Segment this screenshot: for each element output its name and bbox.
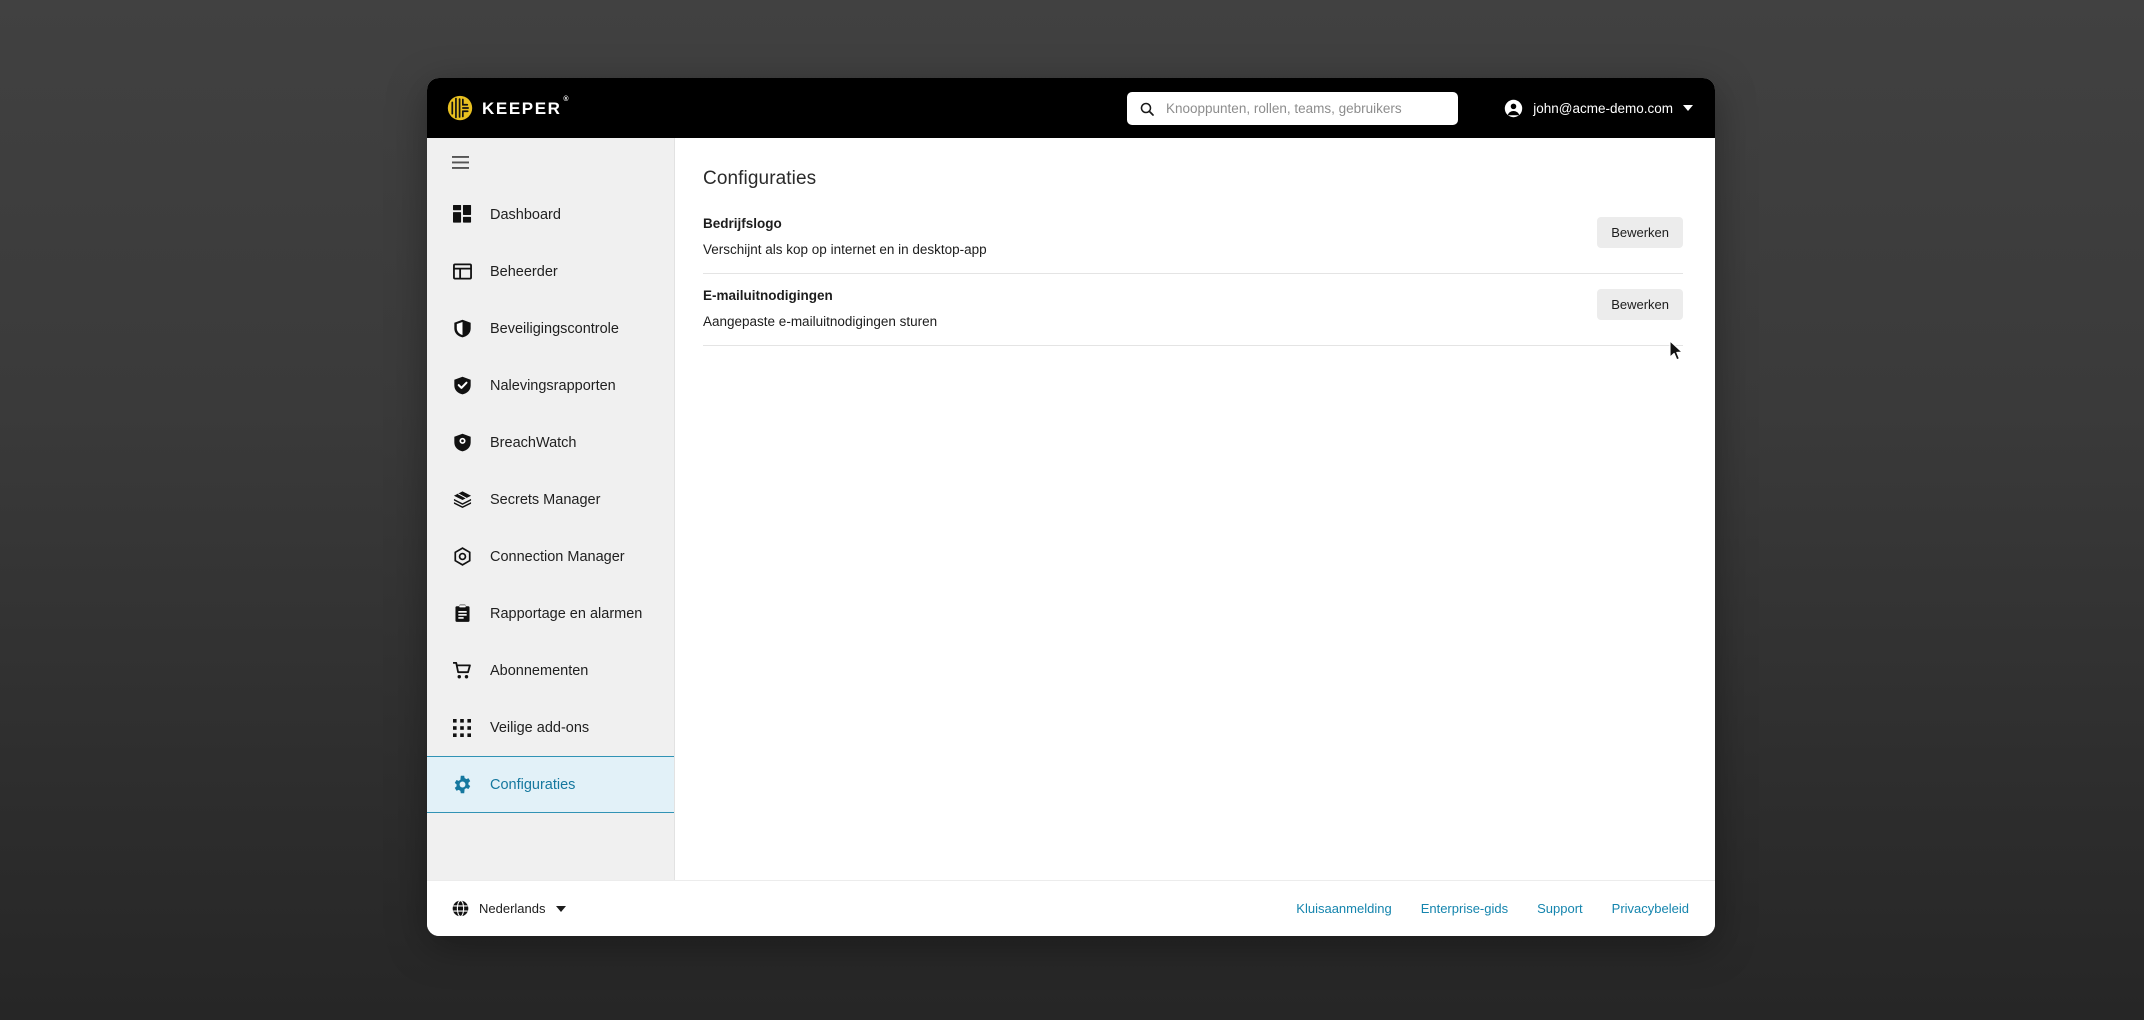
apps-grid-icon — [452, 718, 472, 738]
global-search[interactable] — [1127, 92, 1458, 125]
sidebar-item-dashboard[interactable]: Dashboard — [427, 186, 674, 243]
sidebar-nav-list: Dashboard Beheerder Beveiligingscontrole… — [427, 186, 674, 880]
language-label: Nederlands — [479, 901, 546, 916]
admin-panel-icon — [452, 262, 472, 282]
sidebar-item-configuraties[interactable]: Configuraties — [427, 756, 674, 813]
sidebar-item-label: Configuraties — [490, 776, 576, 793]
setting-text: E-mailuitnodigingen Aangepaste e-mailuit… — [703, 288, 937, 329]
sidebar: Dashboard Beheerder Beveiligingscontrole… — [427, 138, 675, 880]
search-input[interactable] — [1166, 101, 1446, 116]
hamburger-menu-icon — [452, 155, 469, 169]
sidebar-item-label: Dashboard — [490, 206, 561, 223]
sidebar-item-veilige-add-ons[interactable]: Veilige add-ons — [427, 699, 674, 756]
setting-name: E-mailuitnodigingen — [703, 288, 833, 303]
sidebar-item-label: Rapportage en alarmen — [490, 605, 643, 622]
search-icon — [1140, 102, 1154, 116]
setting-name: Bedrijfslogo — [703, 216, 782, 231]
sidebar-item-label: Beveiligingscontrole — [490, 320, 619, 337]
footer-link-kluisaanmelding[interactable]: Kluisaanmelding — [1296, 901, 1391, 916]
sidebar-item-label: Veilige add-ons — [490, 719, 590, 736]
keeper-wordmark-text: KEEPER — [482, 98, 562, 118]
edit-email-uitnodigingen-button[interactable]: Bewerken — [1597, 289, 1683, 320]
body-split: Dashboard Beheerder Beveiligingscontrole… — [427, 138, 1715, 880]
keeper-admin-window: KEEPER® john@acme-demo.com — [427, 78, 1715, 936]
page-title: Configuraties — [703, 168, 817, 189]
gear-icon — [452, 775, 472, 795]
shield-half-icon — [452, 319, 472, 339]
sidebar-item-label: Secrets Manager — [490, 491, 601, 508]
footer-link-enterprise-gids[interactable]: Enterprise-gids — [1421, 901, 1508, 916]
sidebar-item-abonnementen[interactable]: Abonnementen — [427, 642, 674, 699]
sidebar-item-rapportage-en-alarmen[interactable]: Rapportage en alarmen — [427, 585, 674, 642]
top-bar: KEEPER® john@acme-demo.com — [427, 78, 1715, 138]
setting-row-email-uitnodigingen: E-mailuitnodigingen Aangepaste e-mailuit… — [703, 274, 1683, 346]
sidebar-item-label: BreachWatch — [490, 434, 577, 451]
sidebar-item-breachwatch[interactable]: BreachWatch — [427, 414, 674, 471]
chevron-down-icon — [555, 905, 566, 912]
globe-icon — [452, 900, 469, 917]
shield-check-icon — [452, 376, 472, 396]
footer: Nederlands Kluisaanmelding Enterprise-gi… — [427, 880, 1715, 936]
chevron-down-icon — [1683, 105, 1693, 111]
sidebar-item-label: Connection Manager — [490, 548, 625, 565]
sidebar-toggle-button[interactable] — [427, 138, 674, 186]
sidebar-item-nalevingsrapporten[interactable]: Nalevingsrapporten — [427, 357, 674, 414]
layers-stack-icon — [452, 490, 472, 510]
person-circle-icon — [1505, 99, 1523, 117]
keeper-wordmark: KEEPER ® — [482, 96, 569, 118]
setting-text: Bedrijfslogo Verschijnt als kop op inter… — [703, 216, 987, 257]
sidebar-item-label: Nalevingsrapporten — [490, 377, 616, 394]
footer-link-privacybeleid[interactable]: Privacybeleid — [1612, 901, 1689, 916]
sidebar-item-connection-manager[interactable]: Connection Manager — [427, 528, 674, 585]
footer-link-support[interactable]: Support — [1537, 901, 1583, 916]
setting-description: Verschijnt als kop op internet en in des… — [703, 242, 987, 257]
sidebar-item-beveiligingscontrole[interactable]: Beveiligingscontrole — [427, 300, 674, 357]
sidebar-item-beheerder[interactable]: Beheerder — [427, 243, 674, 300]
edit-bedrijfslogo-button[interactable]: Bewerken — [1597, 217, 1683, 248]
main-content: Configuraties Bedrijfslogo Verschijnt al… — [675, 138, 1715, 880]
account-email: john@acme-demo.com — [1533, 100, 1673, 116]
sidebar-item-secrets-manager[interactable]: Secrets Manager — [427, 471, 674, 528]
breachwatch-eye-icon — [452, 433, 472, 453]
shopping-cart-icon — [452, 661, 472, 681]
dashboard-grid-icon — [452, 205, 472, 225]
setting-row-bedrijfslogo: Bedrijfslogo Verschijnt als kop op inter… — [703, 212, 1683, 274]
hexagon-node-icon — [452, 547, 472, 567]
sidebar-item-label: Beheerder — [490, 263, 558, 280]
sidebar-item-label: Abonnementen — [490, 662, 589, 679]
account-menu[interactable]: john@acme-demo.com — [1504, 99, 1693, 118]
language-selector[interactable]: Nederlands — [452, 900, 566, 917]
clipboard-report-icon — [452, 604, 472, 624]
setting-description: Aangepaste e-mailuitnodigingen sturen — [703, 314, 938, 329]
footer-links: Kluisaanmelding Enterprise-gids Support … — [1296, 901, 1689, 916]
keeper-logo[interactable]: KEEPER ® — [427, 95, 675, 121]
keeper-logo-mark — [447, 95, 473, 121]
keeper-trademark: ® — [563, 95, 569, 103]
